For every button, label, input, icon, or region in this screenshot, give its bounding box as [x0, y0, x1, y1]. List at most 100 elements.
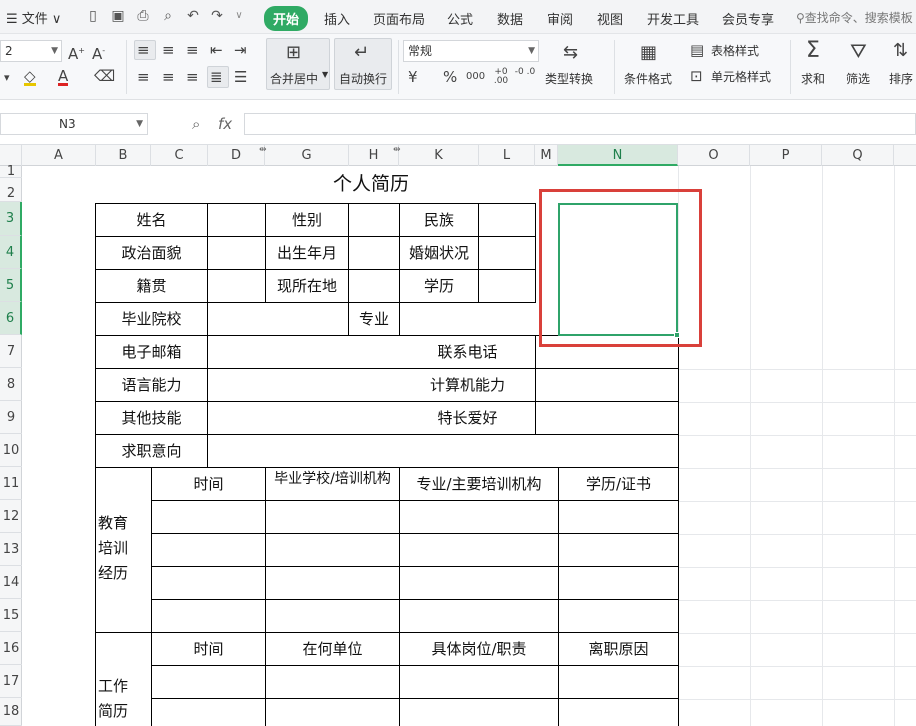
tab-home[interactable]: 开始	[264, 6, 309, 31]
column-header-a[interactable]: A	[22, 145, 96, 166]
row-header-10[interactable]: 10	[0, 434, 22, 467]
row-header-3[interactable]: 3	[0, 202, 22, 236]
row-header-17[interactable]: 17	[0, 665, 22, 698]
ribbon-separator	[126, 40, 127, 94]
indent-decrease-icon[interactable]: ⇤	[210, 41, 223, 59]
row-header-7[interactable]: 7	[0, 335, 22, 368]
table-line	[478, 203, 479, 302]
decrease-font-icon[interactable]: A-	[92, 42, 105, 63]
select-all-corner[interactable]	[0, 145, 22, 166]
column-header-p[interactable]: P	[750, 145, 822, 166]
row-header-9[interactable]: 9	[0, 401, 22, 434]
work-position-header: 具体岗位/职责	[431, 640, 527, 658]
distributed-icon[interactable]: ☰	[234, 68, 247, 86]
align-center-icon[interactable]: ≡	[162, 68, 175, 86]
column-header-n[interactable]: N	[558, 145, 678, 166]
decimal-increase-icon[interactable]: +0 .00	[490, 68, 512, 86]
row-header-16[interactable]: 16	[0, 632, 22, 665]
indent-increase-icon[interactable]: ⇥	[234, 41, 247, 59]
qa-dropdown-icon[interactable]: ∨	[230, 7, 248, 25]
column-header-c[interactable]: C	[151, 145, 208, 166]
row-header-5[interactable]: 5	[0, 269, 22, 302]
filter-label[interactable]: 筛选	[846, 70, 870, 87]
row-header-15[interactable]: 15	[0, 599, 22, 632]
border-icon[interactable]: ▾	[4, 69, 10, 87]
fx-icon[interactable]: fx	[218, 115, 232, 133]
font-color-icon[interactable]: A	[58, 67, 69, 86]
font-size-combo[interactable]: 2 ▼	[0, 40, 62, 62]
column-header-l[interactable]: L	[479, 145, 535, 166]
merge-center-label: 合并居中	[270, 72, 319, 86]
conditional-format-icon[interactable]: ▦	[640, 44, 657, 62]
chevron-down-icon: ▼	[51, 46, 58, 56]
gridline	[678, 666, 916, 667]
percent-icon[interactable]: %	[443, 68, 457, 86]
table-style-label[interactable]: 表格样式	[711, 42, 759, 59]
column-header-m[interactable]: M	[535, 145, 558, 166]
row-header-18[interactable]: 18	[0, 698, 22, 726]
row-header-4[interactable]: 4	[0, 236, 22, 269]
decimal-decrease-icon[interactable]: -0 .0	[514, 68, 536, 77]
sum-label[interactable]: 求和	[801, 70, 825, 87]
gridline	[750, 166, 751, 726]
tab-member[interactable]: 会员专享	[722, 9, 774, 28]
row-header-12[interactable]: 12	[0, 500, 22, 533]
print-preview-icon[interactable]: ⌕	[159, 7, 177, 25]
currency-icon[interactable]: ¥	[408, 68, 418, 86]
tab-data[interactable]: 数据	[497, 9, 523, 28]
ribbon: 2 ▼ A+ A- ▾ ◇ A ⌫ ≡ ≡ ≡ ⇤ ⇥ ≡ ≡ ≡ ≣ ☰ ⊞ …	[0, 34, 916, 100]
row-header-13[interactable]: 13	[0, 533, 22, 566]
sort-icon[interactable]: ⇅	[893, 42, 908, 60]
file-menu[interactable]: ☰ 文件 ∨	[6, 8, 61, 27]
column-header-d[interactable]: D	[208, 145, 265, 166]
column-header-o[interactable]: O	[678, 145, 750, 166]
align-right-icon[interactable]: ≡	[186, 68, 199, 86]
align-bottom-icon[interactable]: ≡	[186, 41, 199, 59]
hidden-columns-marker-icon[interactable]: ⇹	[259, 145, 267, 155]
column-header-k[interactable]: K	[399, 145, 479, 166]
chevron-down-icon: ▼	[528, 46, 535, 56]
zoom-icon[interactable]: ⌕	[192, 115, 200, 133]
thousands-icon[interactable]: 000	[466, 68, 485, 86]
column-header: A B C D G H K L M N O P Q ⇹ ⇹	[0, 144, 916, 166]
fill-color-icon[interactable]: ◇	[24, 67, 36, 86]
column-header-h[interactable]: H	[349, 145, 399, 166]
save-icon[interactable]: ▯	[84, 7, 102, 25]
redo-icon[interactable]: ↷	[208, 7, 226, 25]
row-header-1[interactable]: 1	[0, 165, 22, 178]
filter-icon[interactable]: ⛛	[850, 41, 867, 61]
align-middle-icon[interactable]: ≡	[162, 41, 175, 59]
tab-review[interactable]: 审阅	[547, 9, 573, 28]
increase-font-icon[interactable]: A+	[68, 42, 85, 63]
column-header-b[interactable]: B	[96, 145, 151, 166]
export-pdf-icon[interactable]: ▣	[109, 7, 127, 25]
cell-grid[interactable]: 个人简历 姓名 性别 民族 政治面貌 出生年月 婚姻状况 籍贯 现所在地 学历 …	[22, 166, 916, 726]
hidden-columns-marker-icon[interactable]: ⇹	[393, 145, 401, 155]
formula-input[interactable]	[244, 113, 916, 135]
row-header-2[interactable]: 2	[0, 178, 22, 202]
undo-icon[interactable]: ↶	[184, 7, 202, 25]
column-header-q[interactable]: Q	[822, 145, 894, 166]
clear-format-icon[interactable]: ⌫	[94, 67, 115, 85]
column-header-g[interactable]: G	[265, 145, 349, 166]
conditional-format-label[interactable]: 条件格式	[624, 70, 672, 87]
tab-insert[interactable]: 插入	[324, 9, 350, 28]
tab-page-layout[interactable]: 页面布局	[373, 9, 425, 28]
row-header-6[interactable]: 6	[0, 302, 22, 335]
row-header-8[interactable]: 8	[0, 368, 22, 401]
command-search[interactable]: ⚲查找命令、搜索模板	[796, 9, 913, 26]
type-convert-icon[interactable]: ⇆	[563, 44, 578, 62]
type-convert-label[interactable]: 类型转换	[545, 70, 593, 87]
row-header-11[interactable]: 11	[0, 467, 22, 500]
align-left-icon[interactable]: ≡	[137, 68, 150, 86]
cell-style-label[interactable]: 单元格样式	[711, 68, 771, 85]
number-format-combo[interactable]: 常规 ▼	[403, 40, 539, 62]
tab-view[interactable]: 视图	[597, 9, 623, 28]
row-header-14[interactable]: 14	[0, 566, 22, 599]
print-icon[interactable]: ⎙	[134, 7, 152, 25]
tab-formulas[interactable]: 公式	[447, 9, 473, 28]
tab-developer[interactable]: 开发工具	[647, 9, 699, 28]
sort-label[interactable]: 排序	[889, 70, 913, 87]
sum-icon[interactable]: Σ	[806, 40, 820, 62]
name-box[interactable]: N3 ▼	[0, 113, 148, 135]
